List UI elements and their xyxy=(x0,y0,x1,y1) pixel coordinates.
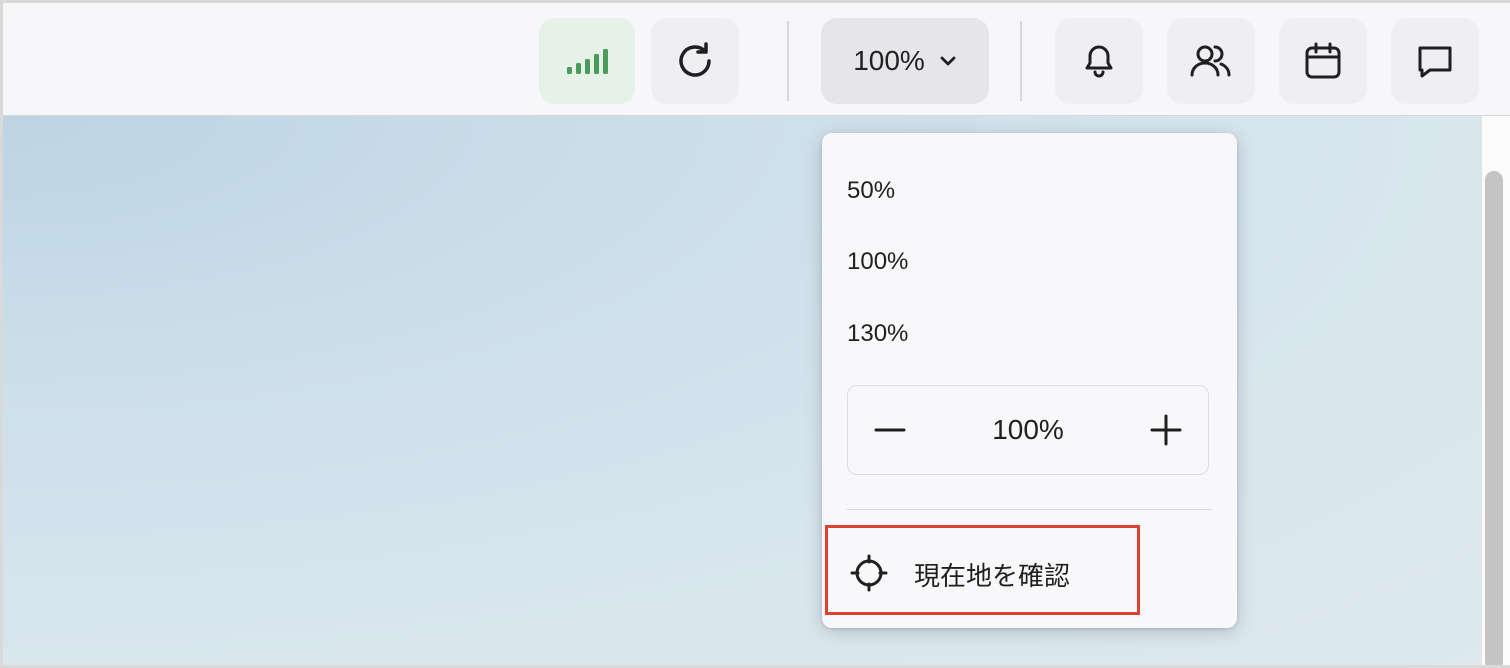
zoom-level-label: 100% xyxy=(853,45,925,76)
crosshair-icon xyxy=(850,554,888,597)
zoom-dropdown-menu: 50% 100% 130% 100% 現在地を確認 xyxy=(822,133,1237,628)
toolbar-divider xyxy=(787,21,789,101)
refresh-icon xyxy=(673,39,717,83)
chat-button[interactable] xyxy=(1391,18,1479,104)
people-icon xyxy=(1188,41,1234,81)
check-current-location-label: 現在地を確認 xyxy=(914,561,1071,591)
app-window: 100% 50% 100% 130% 100% 現在地を確認 xyxy=(0,0,1510,668)
chat-icon xyxy=(1414,40,1456,82)
zoom-option-100[interactable]: 100% xyxy=(847,248,908,276)
menu-divider xyxy=(847,509,1212,510)
calendar-icon xyxy=(1302,40,1344,82)
notifications-button[interactable] xyxy=(1055,18,1143,104)
map-canvas[interactable] xyxy=(3,116,1481,665)
zoom-increase-button[interactable] xyxy=(1146,412,1186,452)
zoom-option-130[interactable]: 130% xyxy=(847,320,908,348)
plus-icon xyxy=(1149,413,1183,452)
zoom-dropdown-button[interactable]: 100% xyxy=(821,18,989,104)
zoom-stepper: 100% xyxy=(847,385,1209,475)
refresh-button[interactable] xyxy=(651,18,739,104)
signal-bars-icon xyxy=(565,47,609,75)
toolbar-divider xyxy=(1020,21,1022,101)
scrollbar-thumb[interactable] xyxy=(1485,171,1503,665)
bell-icon xyxy=(1079,41,1119,81)
top-toolbar: 100% xyxy=(3,3,1510,116)
zoom-option-50[interactable]: 50% xyxy=(847,177,895,205)
check-current-location-button[interactable]: 現在地を確認 xyxy=(825,525,1140,615)
calendar-button[interactable] xyxy=(1279,18,1367,104)
chevron-down-icon xyxy=(939,55,957,67)
people-button[interactable] xyxy=(1167,18,1255,104)
signal-status-button[interactable] xyxy=(539,18,635,104)
